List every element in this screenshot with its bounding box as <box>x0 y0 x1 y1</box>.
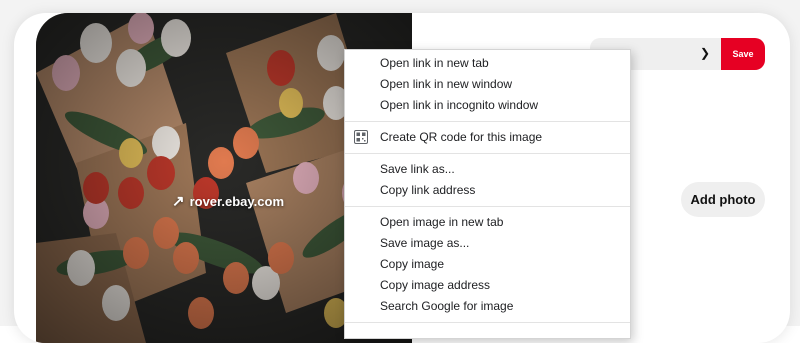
menu-item-open-link-new-window[interactable]: Open link in new window <box>345 74 630 95</box>
menu-item-label: Create QR code for this image <box>380 130 543 144</box>
source-link[interactable]: ↗ rover.ebay.com <box>172 194 284 209</box>
chevron-down-icon: ❯ <box>699 46 710 60</box>
arrow-up-right-icon: ↗ <box>172 193 185 210</box>
context-menu: Open link in new tab Open link in new wi… <box>344 49 631 339</box>
save-button[interactable]: Save <box>721 38 765 70</box>
menu-item-open-image-new-tab[interactable]: Open image in new tab <box>345 212 630 233</box>
menu-item-copy-image-address[interactable]: Copy image address <box>345 275 630 296</box>
menu-item-open-link-incognito[interactable]: Open link in incognito window <box>345 95 630 116</box>
menu-item-open-link-new-tab[interactable]: Open link in new tab <box>345 53 630 74</box>
add-photo-button[interactable]: Add photo <box>681 182 765 217</box>
qr-code-icon <box>354 130 368 144</box>
menu-item-save-link-as[interactable]: Save link as... <box>345 159 630 180</box>
source-domain: rover.ebay.com <box>189 194 284 209</box>
menu-divider <box>345 322 630 323</box>
menu-divider <box>345 153 630 154</box>
menu-item-search-google-for-image[interactable]: Search Google for image <box>345 296 630 317</box>
menu-item-copy-link-address[interactable]: Copy link address <box>345 180 630 201</box>
menu-divider <box>345 121 630 122</box>
menu-divider <box>345 206 630 207</box>
menu-item-save-image-as[interactable]: Save image as... <box>345 233 630 254</box>
menu-item-copy-image[interactable]: Copy image <box>345 254 630 275</box>
menu-item-create-qr-code[interactable]: Create QR code for this image <box>345 127 630 148</box>
